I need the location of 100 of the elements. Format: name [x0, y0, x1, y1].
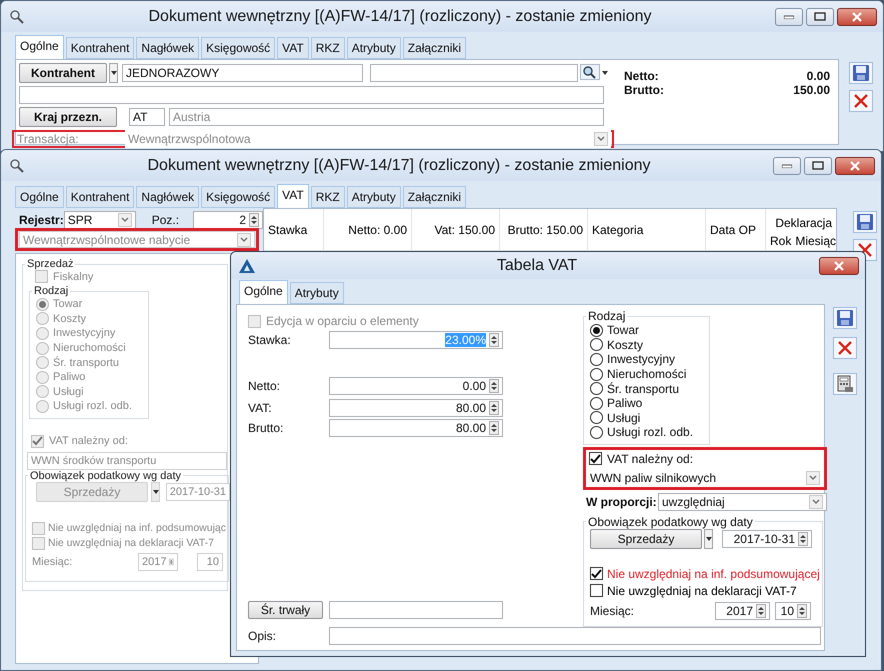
- input-field[interactable]: [329, 626, 821, 645]
- close-button[interactable]: [837, 8, 877, 26]
- radio-button[interactable]: [590, 324, 603, 337]
- spinner-icon[interactable]: [489, 379, 499, 393]
- input-field[interactable]: [329, 600, 503, 619]
- number-field[interactable]: 10: [775, 602, 811, 620]
- tab[interactable]: Księgowość: [201, 37, 276, 59]
- spinner-icon[interactable]: [249, 212, 260, 226]
- radio-button[interactable]: [590, 382, 603, 396]
- checkbox-label: Nie uwzględniaj na deklaracji VAT-7: [607, 584, 797, 598]
- field-label: Stawka:: [248, 333, 292, 347]
- checkbox-label: Nie uwzględniaj na deklaracji VAT-7: [48, 537, 214, 550]
- column-header[interactable]: Rok: [766, 230, 792, 251]
- save-button[interactable]: [853, 211, 878, 233]
- spinner-icon[interactable]: [798, 532, 808, 546]
- tab[interactable]: Ogólne: [239, 280, 288, 304]
- tab[interactable]: Atrybuty: [346, 37, 401, 59]
- tab[interactable]: Załączniki: [402, 37, 466, 59]
- caret-icon: [706, 536, 712, 541]
- caret-icon: [110, 71, 116, 75]
- tab[interactable]: Atrybuty: [346, 186, 401, 208]
- tab[interactable]: Kontrahent: [66, 37, 134, 59]
- date-type-button[interactable]: Sprzedaży: [590, 528, 702, 549]
- column-header: Deklaracja: [774, 215, 834, 230]
- fixed-asset-button[interactable]: Śr. trwały: [248, 600, 323, 619]
- radio-button[interactable]: [590, 411, 603, 424]
- dropdown-button[interactable]: [109, 63, 118, 83]
- contractor-button[interactable]: Kontrahent: [19, 63, 107, 83]
- input-field[interactable]: AT: [129, 108, 165, 126]
- chevron-icon[interactable]: [806, 470, 820, 485]
- column-header[interactable]: Miesiąc: [791, 230, 836, 251]
- field-label: Brutto:: [248, 421, 284, 435]
- group-title: Rodzaj: [33, 285, 70, 297]
- spinner-icon[interactable]: [489, 421, 499, 435]
- tab[interactable]: RKZ: [310, 186, 345, 208]
- chevron-icon[interactable]: [118, 212, 132, 226]
- checkbox[interactable]: [590, 584, 603, 598]
- summary-label: Netto:: [624, 69, 660, 83]
- cancel-button[interactable]: [849, 90, 873, 112]
- summary-value: 150.00: [792, 83, 830, 97]
- spinner-icon[interactable]: [489, 401, 499, 415]
- minimize-button[interactable]: [773, 156, 801, 174]
- input-field[interactable]: [19, 86, 604, 104]
- restore-icon: [814, 12, 826, 21]
- field-label: VAT:: [248, 401, 273, 415]
- number-field[interactable]: 2017: [715, 602, 770, 620]
- radio-label: Towar: [53, 298, 82, 310]
- checkbox[interactable]: [589, 452, 602, 466]
- tab[interactable]: Kontrahent: [66, 186, 134, 208]
- checkbox[interactable]: [590, 567, 603, 580]
- restore-icon: [812, 161, 824, 170]
- window-title: Tabela VAT: [496, 256, 578, 274]
- radio-button[interactable]: [590, 368, 603, 381]
- number-field[interactable]: 0.00: [329, 377, 503, 395]
- radio-button[interactable]: [590, 396, 603, 410]
- spinner-icon[interactable]: [489, 333, 499, 347]
- tab[interactable]: Ogólne: [15, 35, 64, 59]
- spinner-icon[interactable]: [756, 604, 766, 618]
- number-field[interactable]: 80.00: [329, 419, 503, 437]
- restore-button[interactable]: [806, 8, 834, 26]
- radio-button[interactable]: [590, 338, 603, 352]
- tab[interactable]: Ogólne: [15, 186, 64, 208]
- dropdown[interactable]: SPR: [64, 210, 136, 228]
- tab[interactable]: Załączniki: [402, 186, 466, 208]
- tab[interactable]: Nagłówek: [136, 37, 200, 59]
- tab[interactable]: VAT: [277, 37, 309, 59]
- radio-button[interactable]: [590, 426, 603, 439]
- restore-button[interactable]: [804, 156, 832, 174]
- chevron-icon[interactable]: [594, 132, 608, 146]
- tab[interactable]: Księgowość: [201, 186, 276, 208]
- save-button[interactable]: [849, 62, 873, 84]
- field-label: Rejestr:: [19, 212, 64, 226]
- tab[interactable]: Atrybuty: [290, 282, 344, 304]
- number-field[interactable]: 2017-10-31: [722, 530, 812, 548]
- chevron-icon[interactable]: [809, 494, 823, 509]
- dropdown[interactable]: WWN paliw silnikowych: [587, 468, 823, 487]
- radio-label: Koszty: [607, 338, 644, 352]
- close-button[interactable]: [819, 256, 859, 274]
- field-label: Poz.:: [152, 212, 180, 226]
- calculator-button[interactable]: [833, 373, 857, 395]
- radio-label: Koszty: [53, 312, 86, 325]
- country-button[interactable]: Kraj przezn.: [19, 107, 117, 127]
- minimize-icon: [784, 14, 794, 18]
- minimize-button[interactable]: [775, 8, 803, 26]
- tab[interactable]: VAT: [277, 184, 309, 208]
- number-field[interactable]: 80.00: [329, 399, 503, 417]
- number-field[interactable]: 2: [193, 210, 264, 228]
- save-button[interactable]: [833, 307, 857, 329]
- dropdown[interactable]: uwzględniaj: [658, 492, 827, 511]
- radio-button[interactable]: [590, 352, 603, 366]
- tab[interactable]: RKZ: [310, 37, 345, 59]
- dropdown-button[interactable]: [704, 528, 713, 549]
- chevron-icon[interactable]: [237, 232, 251, 246]
- cancel-button[interactable]: [833, 337, 857, 359]
- close-button[interactable]: [835, 156, 875, 174]
- input-field[interactable]: JEDNORAZOWY: [122, 64, 363, 82]
- spinner-icon[interactable]: [797, 604, 807, 618]
- search-icon[interactable]: [580, 64, 600, 80]
- tab[interactable]: Nagłówek: [136, 186, 200, 208]
- input-field[interactable]: [370, 64, 578, 82]
